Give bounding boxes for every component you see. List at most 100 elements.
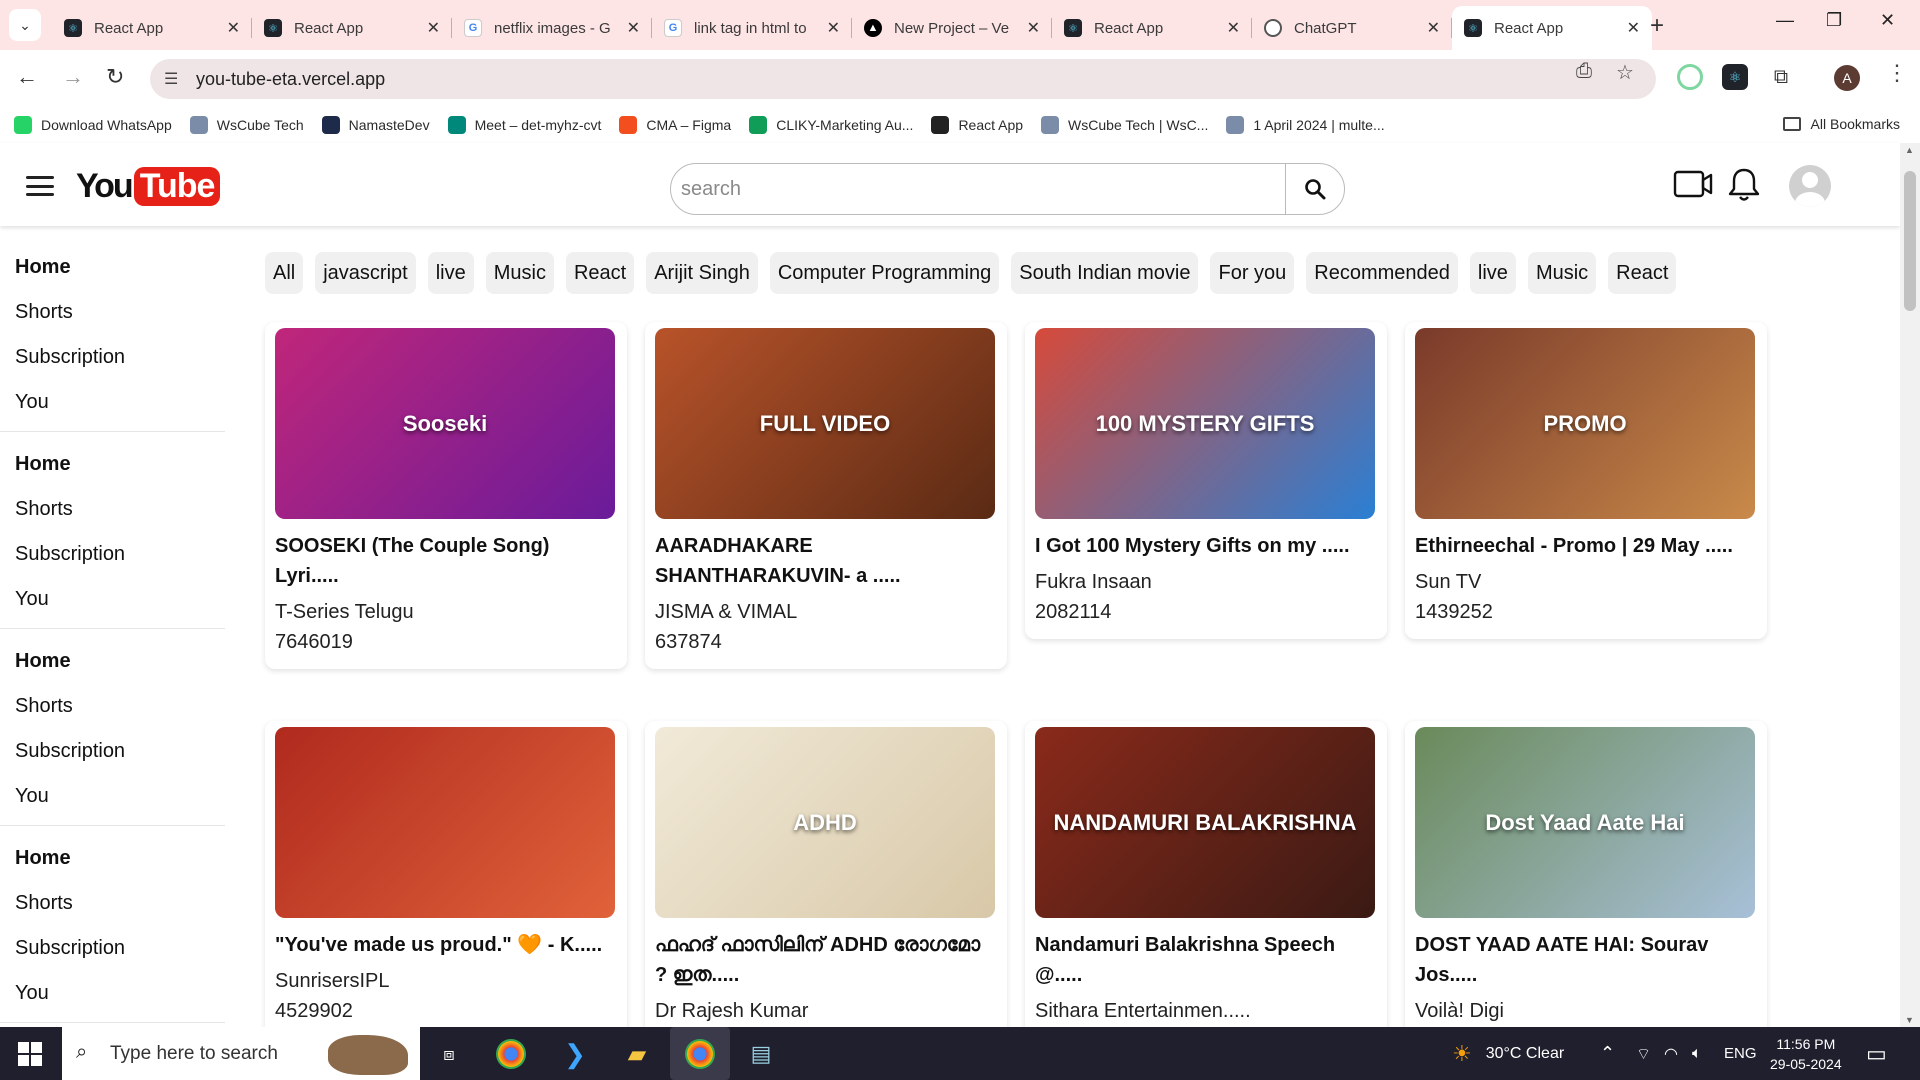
bookmark-item[interactable]: WsCube Tech | WsC... bbox=[1041, 116, 1208, 134]
bookmark-item[interactable]: 1 April 2024 | multe... bbox=[1226, 116, 1385, 134]
video-thumbnail[interactable]: PROMO bbox=[1415, 328, 1755, 519]
category-chip[interactable]: React bbox=[565, 252, 635, 294]
search-button[interactable] bbox=[1285, 163, 1345, 215]
video-thumbnail[interactable]: Dost Yaad Aate Hai bbox=[1415, 727, 1755, 918]
video-thumbnail[interactable]: Sooseki bbox=[275, 328, 615, 519]
tab-close-icon[interactable]: ✕ bbox=[427, 18, 440, 38]
category-chip[interactable]: Recommended bbox=[1306, 252, 1458, 294]
sidebar-item-you[interactable]: You bbox=[0, 577, 225, 622]
category-chip[interactable]: Music bbox=[485, 252, 554, 294]
extension-icon[interactable] bbox=[1677, 64, 1703, 90]
browser-tab[interactable]: ⚛ React App ✕ bbox=[1052, 6, 1252, 50]
sidebar-item-subscription[interactable]: Subscription bbox=[0, 926, 225, 971]
browser-tab[interactable]: ChatGPT ✕ bbox=[1252, 6, 1452, 50]
bookmark-item[interactable]: Download WhatsApp bbox=[14, 116, 172, 134]
tab-close-icon[interactable]: ✕ bbox=[1427, 18, 1440, 38]
network-icon[interactable]: ⌔ bbox=[1636, 1027, 1651, 1080]
bookmark-item[interactable]: CMA – Figma bbox=[619, 116, 731, 134]
video-card[interactable]: 100 MYSTERY GIFTS I Got 100 Mystery Gifts… bbox=[1025, 322, 1387, 639]
forward-arrow-icon[interactable]: → bbox=[62, 64, 84, 90]
video-title[interactable]: ഫഹദ് ഫാസിലിന് ADHD രോഗമോ ? ഇത..... bbox=[655, 930, 997, 990]
video-card[interactable]: ADHD ഫഹദ് ഫാസിലിന് ADHD രോഗമോ ? ഇത..... Dr… bbox=[645, 721, 1007, 1038]
notifications-bell-icon[interactable] bbox=[1727, 167, 1761, 208]
channel-name[interactable]: Dr Rajesh Kumar bbox=[655, 996, 997, 1026]
video-thumbnail[interactable]: FULL VIDEO bbox=[655, 328, 995, 519]
channel-name[interactable]: SunrisersIPL bbox=[275, 966, 617, 996]
minimize-icon[interactable]: — bbox=[1776, 10, 1794, 31]
category-chip[interactable]: South Indian movie bbox=[1011, 252, 1199, 294]
channel-name[interactable]: Voilà! Digi bbox=[1415, 996, 1757, 1026]
video-thumbnail[interactable]: 100 MYSTERY GIFTS bbox=[1035, 328, 1375, 519]
bookmark-star-icon[interactable]: ☆ bbox=[1616, 60, 1634, 85]
video-card[interactable]: FULL VIDEO AARADHAKARE SHANTHARAKUVIN- a … bbox=[645, 322, 1007, 669]
sidebar-item-shorts[interactable]: Shorts bbox=[0, 487, 225, 532]
tab-close-icon[interactable]: ✕ bbox=[1227, 18, 1240, 38]
taskbar-search-box[interactable]: ⌕ Type here to search bbox=[62, 1027, 420, 1080]
category-chip[interactable]: React bbox=[1608, 252, 1677, 294]
scroll-up-icon[interactable]: ▲ bbox=[1905, 145, 1914, 155]
tab-close-icon[interactable]: ✕ bbox=[827, 18, 840, 38]
video-card[interactable]: PROMO Ethirneechal - Promo | 29 May .....… bbox=[1405, 322, 1767, 639]
video-thumbnail[interactable] bbox=[275, 727, 615, 918]
windows-start-icon[interactable] bbox=[18, 1042, 42, 1066]
install-app-icon[interactable]: ⎙ bbox=[1576, 60, 1592, 83]
category-chip[interactable]: live bbox=[427, 252, 474, 294]
browser-tab[interactable]: Glink tag in html to ✕ bbox=[652, 6, 852, 50]
video-card[interactable]: Sooseki SOOSEKI (The Couple Song) Lyri...… bbox=[265, 322, 627, 669]
browser-tab[interactable]: ▲ New Project – Ve ✕ bbox=[852, 6, 1052, 50]
user-avatar-icon[interactable] bbox=[1789, 165, 1831, 207]
sidebar-item-home[interactable]: Home bbox=[0, 836, 225, 881]
close-window-icon[interactable]: ✕ bbox=[1880, 10, 1895, 31]
video-title[interactable]: "You've made us proud." 🧡 - K..... bbox=[275, 930, 617, 960]
sidebar-item-home[interactable]: Home bbox=[0, 639, 225, 684]
extensions-puzzle-icon[interactable]: ⧉ bbox=[1768, 64, 1794, 90]
tab-close-icon[interactable]: ✕ bbox=[1027, 18, 1040, 38]
file-explorer-icon[interactable]: ▰ bbox=[620, 1037, 654, 1071]
category-chip[interactable]: Arijit Singh bbox=[646, 252, 758, 294]
scrollbar-thumb[interactable] bbox=[1904, 171, 1916, 311]
video-title[interactable]: I Got 100 Mystery Gifts on my ..... bbox=[1035, 531, 1377, 561]
chrome-app-icon[interactable] bbox=[496, 1039, 526, 1069]
sidebar-item-you[interactable]: You bbox=[0, 380, 225, 425]
bookmark-item[interactable]: React App bbox=[931, 116, 1023, 134]
restore-icon[interactable]: ❐ bbox=[1826, 10, 1842, 31]
all-bookmarks[interactable]: All Bookmarks bbox=[1782, 116, 1900, 132]
reload-icon[interactable]: ↻ bbox=[106, 64, 124, 90]
video-title[interactable]: SOOSEKI (The Couple Song) Lyri..... bbox=[275, 531, 617, 591]
sidebar-item-home[interactable]: Home bbox=[0, 442, 225, 487]
video-title[interactable]: Nandamuri Balakrishna Speech @..... bbox=[1035, 930, 1377, 990]
volume-icon[interactable]: 🔈︎ bbox=[1692, 1027, 1702, 1080]
video-thumbnail[interactable]: NANDAMURI BALAKRISHNA bbox=[1035, 727, 1375, 918]
language-indicator[interactable]: ENG bbox=[1724, 1027, 1757, 1080]
sidebar-item-you[interactable]: You bbox=[0, 774, 225, 819]
profile-avatar[interactable]: A bbox=[1834, 65, 1860, 91]
sidebar-item-you[interactable]: You bbox=[0, 971, 225, 1016]
sidebar-item-subscription[interactable]: Subscription bbox=[0, 532, 225, 577]
vscode-app-icon[interactable]: ❯ bbox=[558, 1037, 592, 1071]
scroll-down-icon[interactable]: ▼ bbox=[1905, 1015, 1914, 1025]
back-arrow-icon[interactable]: ← bbox=[16, 64, 38, 90]
kebab-menu-icon[interactable]: ⋮ bbox=[1886, 60, 1908, 86]
page-scrollbar[interactable]: ▲ ▼ bbox=[1900, 143, 1920, 1027]
sidebar-item-shorts[interactable]: Shorts bbox=[0, 684, 225, 729]
sidebar-item-subscription[interactable]: Subscription bbox=[0, 335, 225, 380]
video-card[interactable]: "You've made us proud." 🧡 - K..... Sunris… bbox=[265, 721, 627, 1038]
video-title[interactable]: AARADHAKARE SHANTHARAKUVIN- a ..... bbox=[655, 531, 997, 591]
video-title[interactable]: DOST YAAD AATE HAI: Sourav Jos..... bbox=[1415, 930, 1757, 990]
category-chip[interactable]: Computer Programming bbox=[769, 252, 1000, 294]
video-card[interactable]: Dost Yaad Aate Hai DOST YAAD AATE HAI: So… bbox=[1405, 721, 1767, 1038]
browser-tab[interactable]: Gnetflix images - G ✕ bbox=[452, 6, 652, 50]
category-chip[interactable]: javascript bbox=[315, 252, 416, 294]
notepad-app-icon[interactable]: ▤ bbox=[744, 1037, 778, 1071]
bookmark-item[interactable]: CLIKY-Marketing Au... bbox=[749, 116, 913, 134]
tab-close-icon[interactable]: ✕ bbox=[627, 18, 640, 38]
bookmark-item[interactable]: NamasteDev bbox=[321, 116, 430, 134]
browser-tab[interactable]: ⚛ React App ✕ bbox=[52, 6, 252, 50]
task-view-icon[interactable]: ⧈ bbox=[432, 1037, 466, 1071]
browser-tab[interactable]: ⚛ React App ✕ bbox=[252, 6, 452, 50]
channel-name[interactable]: Fukra Insaan bbox=[1035, 567, 1377, 597]
category-chip[interactable]: All bbox=[265, 252, 304, 294]
category-chip[interactable]: live bbox=[1469, 252, 1516, 294]
react-devtools-icon[interactable]: ⚛ bbox=[1722, 64, 1748, 90]
show-hidden-icons[interactable]: ⌃ bbox=[1600, 1027, 1615, 1080]
